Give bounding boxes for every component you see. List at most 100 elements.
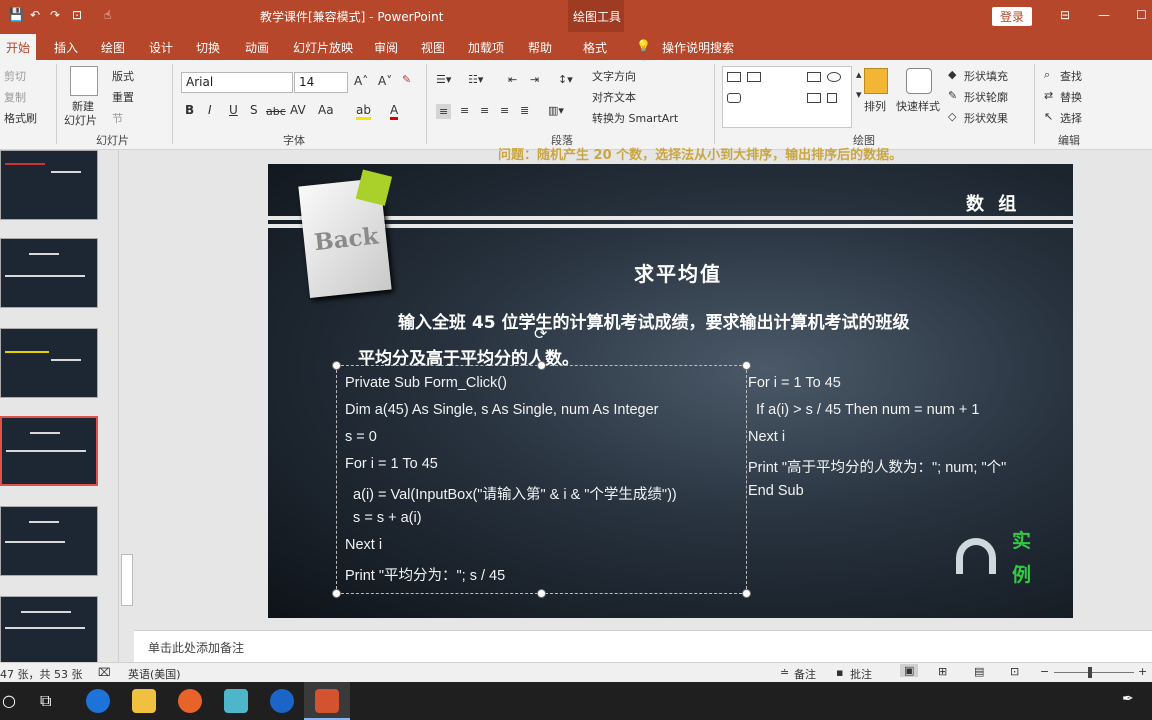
thumbnails-scrollbar[interactable] (118, 150, 134, 662)
shape-outline-icon[interactable]: ✎ (948, 89, 957, 102)
select-icon[interactable]: ↖ (1044, 110, 1053, 123)
text-direction-button[interactable]: 文字方向 (592, 68, 636, 84)
arrange-icon[interactable] (864, 68, 888, 94)
down-arrow-shape-icon[interactable] (827, 93, 837, 103)
new-slide-icon[interactable] (70, 66, 98, 96)
shape-outline-button[interactable]: 形状轮廓 (964, 89, 1008, 105)
shrink-font-icon[interactable]: A˅ (378, 74, 392, 88)
tab-format[interactable]: 格式 (583, 39, 607, 56)
line-spacing-icon[interactable]: ↕▾ (558, 73, 573, 86)
language-indicator[interactable]: 英语(美国) (128, 666, 181, 682)
font-name-dropdown[interactable]: Arial (181, 72, 293, 93)
example-label-1[interactable]: 实 (1012, 526, 1031, 553)
increase-indent-icon[interactable]: ⇥ (530, 73, 539, 86)
notes-toggle[interactable]: 备注 (794, 666, 816, 682)
resize-handle[interactable] (332, 589, 341, 598)
find-button[interactable]: 查找 (1060, 68, 1082, 84)
find-icon[interactable]: ⌕ (1044, 68, 1050, 82)
gallery-scroll-down-icon[interactable]: ▾ (856, 88, 862, 101)
zoom-slider[interactable] (1054, 672, 1134, 673)
align-center-icon[interactable]: ≡ (460, 104, 469, 117)
tab-animations[interactable]: 动画 (245, 39, 269, 56)
new-slide-label2[interactable]: 幻灯片 (64, 112, 97, 128)
slide-thumbnail[interactable] (0, 328, 98, 398)
comments-toggle[interactable]: 批注 (850, 666, 872, 682)
justify-icon[interactable]: ≡ (500, 104, 509, 117)
tell-me-search[interactable]: 操作说明搜索 (662, 39, 734, 56)
edge-browser-icon[interactable] (86, 689, 110, 713)
font-size-dropdown[interactable]: 14 (294, 72, 348, 93)
strikethrough-icon[interactable]: abc (266, 105, 286, 118)
italic-icon[interactable]: I (208, 103, 212, 117)
slide-thumbnail[interactable] (0, 238, 98, 308)
tab-insert[interactable]: 插入 (54, 39, 78, 56)
search-icon[interactable]: ○ (2, 691, 16, 710)
bullets-icon[interactable]: ☰▾ (436, 73, 451, 86)
tab-view[interactable]: 视图 (421, 39, 445, 56)
slide-thumbnail[interactable] (0, 150, 98, 220)
resize-handle[interactable] (742, 361, 751, 370)
rounded-rect-shape-icon[interactable] (727, 93, 741, 103)
present-icon[interactable]: ⊡ (72, 8, 82, 22)
minimize-icon[interactable]: — (1098, 8, 1110, 22)
oval-shape-icon[interactable] (827, 72, 841, 82)
align-text-button[interactable]: 对齐文本 (592, 89, 636, 105)
reset-button[interactable]: 重置 (112, 89, 134, 105)
slide-thumbnail[interactable] (0, 506, 98, 576)
clear-format-icon[interactable]: ✎ (402, 73, 411, 86)
tab-draw[interactable]: 绘图 (101, 39, 125, 56)
save-icon[interactable]: 💾 (8, 8, 24, 23)
vertical-textbox-shape-icon[interactable] (747, 72, 761, 82)
tab-design[interactable]: 设计 (149, 39, 173, 56)
taskbar-active-app[interactable] (304, 682, 350, 720)
section-button[interactable]: 节 (112, 110, 123, 126)
rotate-handle-icon[interactable]: ⟳ (534, 324, 547, 343)
app-icon[interactable] (224, 689, 248, 713)
textbox-shape-icon[interactable] (727, 72, 741, 82)
touch-mode-icon[interactable]: ☝ (104, 8, 111, 22)
decrease-indent-icon[interactable]: ⇤ (508, 73, 517, 86)
arrow-shape-icon[interactable] (807, 93, 821, 103)
char-spacing-icon[interactable]: AV (290, 103, 306, 117)
columns-icon[interactable]: ▥▾ (548, 104, 564, 117)
notes-icon[interactable]: ≐ (780, 666, 789, 679)
quick-styles-button[interactable]: 快速样式 (896, 98, 940, 114)
ribbon-display-icon[interactable]: ⊟ (1060, 8, 1070, 22)
tab-slideshow[interactable]: 幻灯片放映 (293, 39, 353, 56)
copy-button[interactable]: 复制 (4, 89, 26, 105)
change-case-icon[interactable]: Aa (318, 103, 334, 117)
redo-icon[interactable]: ↷ (50, 8, 60, 22)
zoom-slider-thumb[interactable] (1088, 667, 1092, 678)
distributed-icon[interactable]: ≣ (520, 104, 529, 117)
highlight-icon[interactable]: ab (356, 103, 371, 120)
example-label-2[interactable]: 例 (1012, 560, 1031, 587)
align-left-icon[interactable]: ≡ (436, 104, 452, 119)
shapes-gallery[interactable] (722, 66, 852, 128)
zoom-out-icon[interactable]: − (1040, 665, 1049, 678)
resize-handle[interactable] (537, 361, 546, 370)
tab-help[interactable]: 帮助 (528, 39, 552, 56)
arrange-button[interactable]: 排列 (864, 98, 886, 114)
shape-effects-button[interactable]: 形状效果 (964, 110, 1008, 126)
rectangle-shape-icon[interactable] (807, 72, 821, 82)
spellcheck-icon[interactable]: ⌧ (98, 666, 111, 679)
zoom-in-icon[interactable]: + (1138, 665, 1147, 678)
tab-addins[interactable]: 加载项 (468, 39, 504, 56)
undo-icon[interactable]: ↶ (30, 8, 40, 22)
slide-thumbnail-active[interactable] (0, 416, 98, 486)
resize-handle[interactable] (742, 589, 751, 598)
grow-font-icon[interactable]: A˄ (354, 74, 368, 88)
tab-home[interactable]: 开始 (0, 34, 37, 60)
slideshow-view-icon[interactable]: ⊡ (1010, 665, 1019, 678)
shape-effects-icon[interactable]: ◇ (948, 110, 956, 123)
task-view-icon[interactable]: ⧉ (40, 691, 51, 711)
tab-review[interactable]: 审阅 (374, 39, 398, 56)
smartart-button[interactable]: 转换为 SmartArt (592, 110, 678, 126)
example-arrow-icon[interactable] (956, 538, 996, 574)
scrollbar-thumb[interactable] (121, 554, 133, 606)
login-button[interactable]: 登录 (992, 7, 1033, 26)
font-color-icon[interactable]: A (390, 103, 399, 120)
shape-fill-button[interactable]: 形状填充 (964, 68, 1008, 84)
code-textbox-selected[interactable] (336, 365, 747, 594)
resize-handle[interactable] (332, 361, 341, 370)
